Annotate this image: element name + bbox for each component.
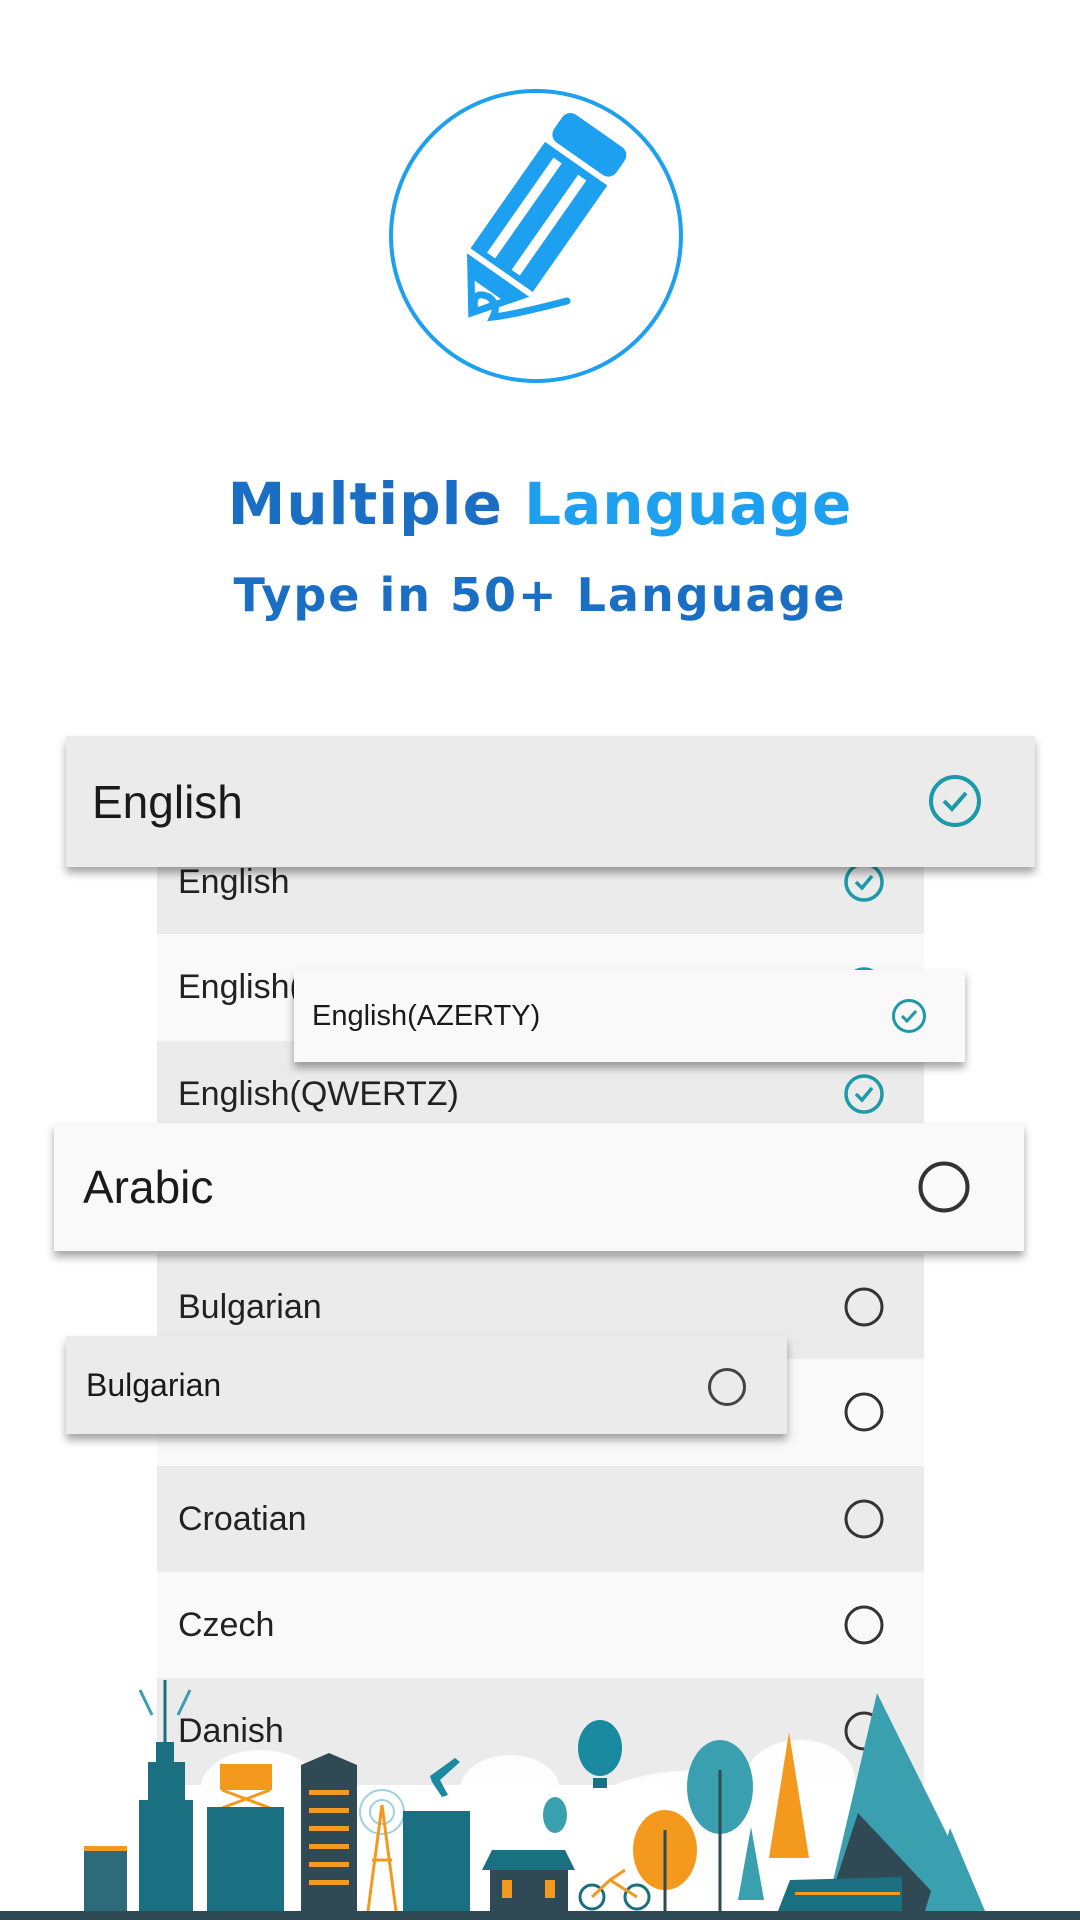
card-arabic[interactable]: Arabic — [54, 1123, 1024, 1251]
skyscraper — [84, 1680, 193, 1911]
check-circle-icon[interactable] — [927, 773, 983, 840]
radio-empty-icon[interactable] — [843, 1286, 885, 1337]
train — [778, 1877, 902, 1911]
language-label: Bulgarian — [178, 1288, 322, 1326]
language-label: English(QWERTZ) — [178, 1075, 459, 1113]
card-bulgarian[interactable]: Bulgarian — [66, 1336, 787, 1434]
card-english[interactable]: English — [66, 736, 1035, 867]
check-circle-icon[interactable] — [891, 998, 927, 1042]
card-label: English(AZERTY) — [312, 999, 541, 1032]
pencil-logo — [389, 89, 683, 383]
radio-tower — [359, 1789, 405, 1912]
language-row[interactable]: Czech — [157, 1572, 924, 1679]
bicycle-icon — [578, 1868, 651, 1911]
language-label: English( — [178, 968, 301, 1006]
pencil-icon — [467, 113, 627, 322]
title-part1: Multiple — [227, 470, 503, 538]
radio-empty-icon[interactable] — [917, 1160, 971, 1225]
radio-empty-icon[interactable] — [707, 1367, 747, 1415]
mountains — [826, 1693, 985, 1911]
ground — [0, 1911, 1080, 1920]
language-label: Czech — [178, 1606, 275, 1644]
page-subtitle: Type in 50+ Language — [233, 568, 847, 622]
title-part2: Language — [524, 470, 853, 538]
language-label: English — [178, 863, 290, 901]
radio-empty-icon[interactable] — [843, 1604, 885, 1655]
card-label: Bulgarian — [86, 1366, 222, 1403]
airplane-icon — [430, 1758, 460, 1797]
card-label: Arabic — [83, 1161, 214, 1213]
language-label: Croatian — [178, 1500, 307, 1538]
language-row[interactable]: Croatian — [157, 1466, 924, 1573]
page-title: Multiple Language — [0, 470, 1080, 538]
radio-empty-icon[interactable] — [843, 1391, 885, 1442]
check-circle-icon[interactable] — [843, 1073, 885, 1124]
check-circle-icon[interactable] — [843, 861, 885, 912]
card-english-azerty[interactable]: English(AZERTY) — [294, 970, 965, 1062]
cityscape-illustration — [0, 1680, 1080, 1920]
card-label: English — [92, 775, 243, 828]
radio-empty-icon[interactable] — [843, 1498, 885, 1549]
tall-building — [301, 1753, 357, 1911]
hot-air-balloon — [578, 1720, 622, 1788]
office-building — [403, 1811, 470, 1911]
